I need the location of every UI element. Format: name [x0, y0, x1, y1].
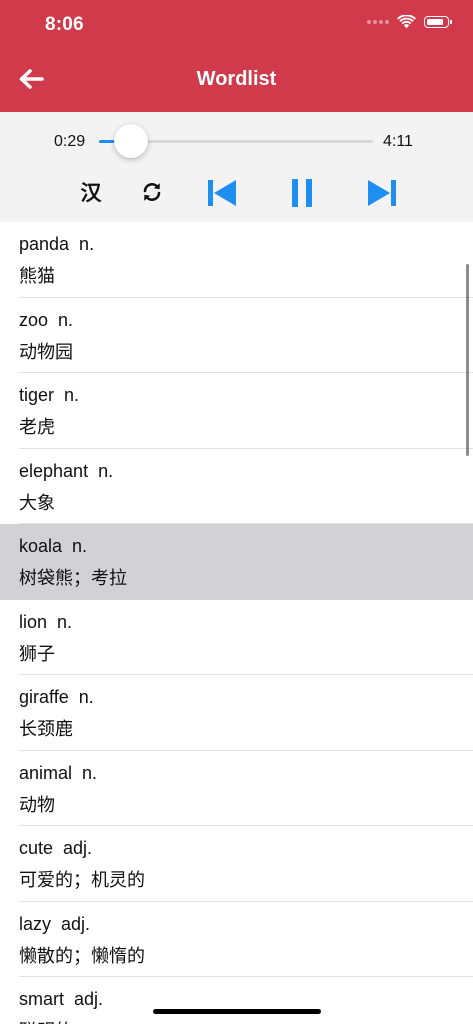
word-chinese: 动物园	[19, 341, 73, 363]
cellular-signal-icon	[367, 20, 389, 24]
status-icons	[367, 15, 452, 29]
current-time: 0:29	[54, 133, 86, 150]
page-title: Wordlist	[196, 68, 277, 90]
word-row[interactable]: panda n. 熊猫	[0, 222, 473, 298]
word-chinese: 老虎	[19, 417, 55, 438]
word-english: zoo n.	[19, 309, 74, 330]
home-indicator	[153, 1009, 321, 1014]
repeat-icon	[143, 183, 161, 201]
total-time: 4:11	[383, 133, 413, 150]
pause-icon	[292, 179, 312, 207]
chinese-toggle-button[interactable]: 汉	[76, 178, 106, 206]
word-chinese: 熊猫	[19, 266, 55, 287]
word-english: elephant n.	[19, 460, 114, 481]
word-list[interactable]: panda n. 熊猫 zoo n. 动物园 tiger n. 老虎 elephant n.…	[0, 222, 473, 1024]
word-chinese: 大象	[19, 492, 55, 514]
previous-track-icon	[208, 180, 236, 206]
next-track-icon	[368, 180, 396, 206]
word-row[interactable]: smart adj. 聪明的	[0, 977, 473, 1024]
word-chinese: 可爱的；机灵的	[19, 870, 145, 891]
word-row[interactable]: lazy adj. 懒散的；懒惰的	[0, 902, 473, 978]
next-track-button[interactable]	[365, 178, 399, 208]
word-english: giraffe n.	[19, 687, 94, 707]
pause-button[interactable]	[289, 178, 315, 208]
scrollbar[interactable]	[466, 264, 469, 456]
word-english: tiger n.	[19, 385, 80, 405]
word-row[interactable]: zoo n. 动物园	[0, 298, 473, 374]
word-chinese: 长颈鹿	[19, 719, 73, 740]
word-english: smart adj.	[19, 989, 104, 1009]
word-english: animal n.	[19, 762, 98, 783]
word-chinese: 动物	[19, 794, 55, 816]
word-chinese: 树袋熊；考拉	[19, 568, 127, 589]
app-header: 8:06 Wordlist	[0, 0, 473, 112]
audio-player: 0:29 4:11 汉	[0, 112, 473, 222]
word-chinese: 聪明的	[19, 1017, 73, 1024]
word-row[interactable]: elephant n. 大象	[0, 449, 473, 525]
status-time: 8:06	[45, 14, 84, 35]
word-english: lazy adj.	[19, 913, 91, 934]
word-english: koala n.	[19, 536, 88, 556]
word-row[interactable]: lion n. 狮子	[0, 600, 473, 676]
word-chinese: 懒散的；懒惰的	[19, 945, 145, 967]
word-row[interactable]: animal n. 动物	[0, 751, 473, 827]
word-row[interactable]: koala n. 树袋熊；考拉	[0, 524, 473, 600]
word-row[interactable]: giraffe n. 长颈鹿	[0, 675, 473, 751]
word-english: panda n.	[19, 234, 95, 254]
word-row[interactable]: tiger n. 老虎	[0, 373, 473, 449]
repeat-button[interactable]	[139, 179, 165, 205]
progress-slider[interactable]	[99, 124, 373, 158]
wifi-icon	[397, 15, 416, 29]
previous-track-button[interactable]	[205, 178, 239, 208]
word-english: cute adj.	[19, 838, 93, 858]
word-chinese: 狮子	[19, 643, 55, 665]
slider-thumb[interactable]	[113, 124, 148, 158]
word-row[interactable]: cute adj. 可爱的；机灵的	[0, 826, 473, 902]
word-english: lion n.	[19, 611, 73, 632]
battery-icon	[424, 16, 452, 28]
